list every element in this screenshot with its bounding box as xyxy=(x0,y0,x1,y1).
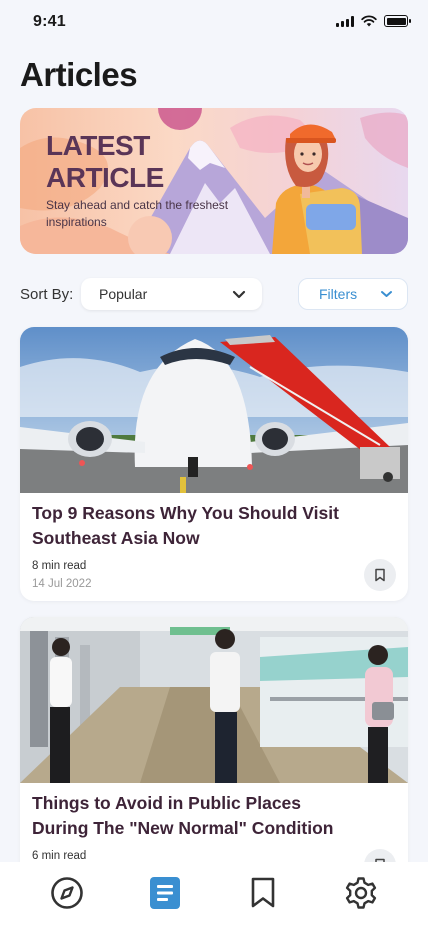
bookmark-button[interactable] xyxy=(364,559,396,591)
article-card[interactable]: Top 9 Reasons Why You Should Visit South… xyxy=(20,327,408,601)
articles-icon xyxy=(150,877,180,909)
cellular-signal-icon xyxy=(336,15,354,27)
airplane-boarding-photo xyxy=(20,327,408,493)
sort-selected-value: Popular xyxy=(99,286,148,302)
chevron-down-icon xyxy=(381,291,392,297)
bottom-nav xyxy=(0,862,428,926)
article-read-time: 8 min read xyxy=(32,560,87,572)
bookmark-icon xyxy=(375,568,385,582)
article-read-time: 6 min read xyxy=(32,850,87,862)
article-date: 14 Jul 2022 xyxy=(32,578,92,590)
article-title: Things to Avoid in Public Places During … xyxy=(32,793,334,838)
status-bar: 9:41 xyxy=(0,0,428,44)
nav-tab-explore[interactable] xyxy=(37,868,97,918)
latest-article-banner[interactable]: LATEST ARTICLE Stay ahead and catch the … xyxy=(20,108,408,254)
articles-screen: 9:41 Articles LATEST ARTICLE Stay ahead … xyxy=(0,0,428,926)
sort-label: Sort By: xyxy=(20,286,74,303)
sort-dropdown[interactable]: Popular xyxy=(81,278,262,310)
bookmark-icon xyxy=(251,877,275,908)
settings-icon xyxy=(345,877,377,909)
banner-subtitle: Stay ahead and catch the freshest inspir… xyxy=(46,198,229,229)
banner-title-line1: LATEST xyxy=(46,130,150,161)
metro-platform-photo xyxy=(20,617,408,783)
banner-title-line2: ARTICLE xyxy=(46,162,164,193)
nav-tab-bookmarks[interactable] xyxy=(233,868,293,918)
battery-icon xyxy=(384,15,411,27)
nav-tab-articles[interactable] xyxy=(135,868,195,918)
filters-label: Filters xyxy=(319,286,358,302)
wifi-icon xyxy=(361,15,377,27)
page-title: Articles xyxy=(20,56,138,93)
article-card[interactable]: Things to Avoid in Public Places During … xyxy=(20,617,408,891)
filters-button[interactable]: Filters xyxy=(298,278,408,310)
chevron-down-icon xyxy=(232,290,246,298)
banner-title: LATEST ARTICLE xyxy=(46,130,164,194)
article-title: Top 9 Reasons Why You Should Visit South… xyxy=(32,503,339,548)
compass-icon xyxy=(51,877,83,909)
status-time: 9:41 xyxy=(33,13,66,30)
nav-tab-settings[interactable] xyxy=(331,868,391,918)
status-icons xyxy=(336,15,411,27)
